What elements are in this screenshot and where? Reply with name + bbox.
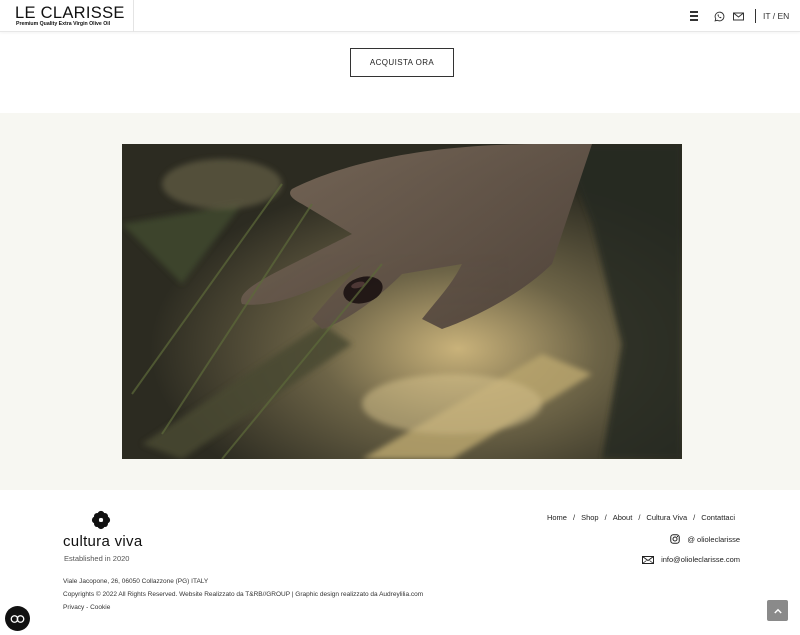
footer-brand-title: cultura viva	[63, 533, 143, 550]
lang-separator: /	[770, 11, 778, 21]
footer-brand-subtitle: Established in 2020	[64, 554, 130, 563]
accessibility-icon	[10, 614, 25, 623]
nav-separator: /	[572, 513, 576, 522]
footer-copyright: Copyrights © 2022 All Rights Reserved. W…	[63, 591, 424, 598]
whatsapp-icon[interactable]	[712, 9, 726, 23]
footer-nav-about[interactable]: About	[613, 513, 633, 522]
chevron-up-icon	[773, 608, 782, 614]
logo[interactable]: LE CLARISSE Premium Quality Extra Virgin…	[0, 0, 134, 32]
footer-nav-shop[interactable]: Shop	[581, 513, 599, 522]
nav-separator: /	[638, 513, 641, 522]
flower-logo-icon	[91, 510, 111, 530]
accessibility-button[interactable]	[5, 606, 30, 631]
envelope-icon	[642, 555, 655, 564]
footer-nav-home[interactable]: Home	[547, 513, 567, 522]
header-divider	[755, 9, 756, 23]
instagram-handle[interactable]: @ olioleclarisse	[687, 535, 740, 544]
footer-address: Viale Jacopone, 26, 06050 Collazzone (PG…	[63, 578, 209, 585]
video-frame-image	[122, 144, 682, 459]
lang-en-link[interactable]: EN	[778, 11, 790, 21]
language-switcher: IT / EN	[763, 11, 789, 21]
footer-email[interactable]: info@olioleclarisse.com	[642, 555, 740, 564]
cookie-link[interactable]: Cookie	[90, 604, 110, 611]
menu-icon[interactable]	[687, 9, 701, 23]
nav-separator: /	[604, 513, 607, 522]
footer-legal-links: Privacy - Cookie	[63, 604, 110, 611]
video-player[interactable]	[122, 144, 682, 459]
footer-email-link[interactable]: info@olioleclarisse.com	[661, 555, 740, 564]
footer-nav: Home / Shop / About / Cultura Viva / Con…	[547, 513, 735, 522]
mail-icon[interactable]	[731, 9, 745, 23]
nav-separator: /	[693, 513, 696, 522]
logo-subtitle: Premium Quality Extra Virgin Olive Oil	[16, 21, 111, 27]
privacy-link[interactable]: Privacy	[63, 604, 84, 611]
footer-nav-contattaci[interactable]: Contattaci	[701, 513, 735, 522]
instagram-icon	[670, 534, 681, 544]
site-header: LE CLARISSE Premium Quality Extra Virgin…	[0, 0, 800, 32]
footer-nav-cultura-viva[interactable]: Cultura Viva	[646, 513, 687, 522]
scroll-to-top-button[interactable]	[767, 600, 788, 621]
buy-now-button[interactable]: ACQUISTA ORA	[350, 48, 454, 77]
footer-instagram[interactable]: @ olioleclarisse	[670, 534, 740, 544]
